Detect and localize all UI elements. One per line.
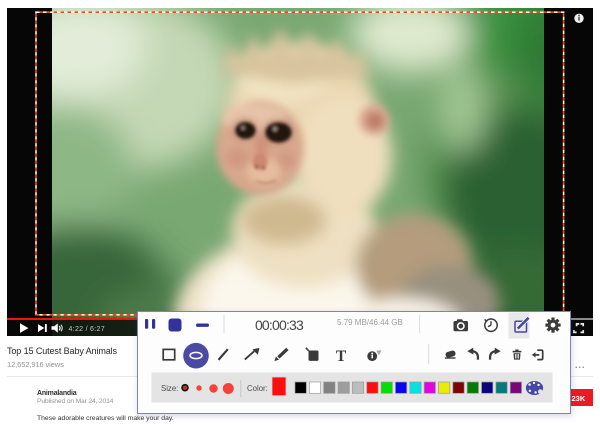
svg-text:4:22 / 6:27: 4:22 / 6:27 bbox=[69, 326, 105, 333]
svg-text:Size:: Size: bbox=[161, 384, 178, 393]
svg-text:Color:: Color: bbox=[247, 384, 268, 393]
svg-text:T: T bbox=[336, 348, 347, 365]
